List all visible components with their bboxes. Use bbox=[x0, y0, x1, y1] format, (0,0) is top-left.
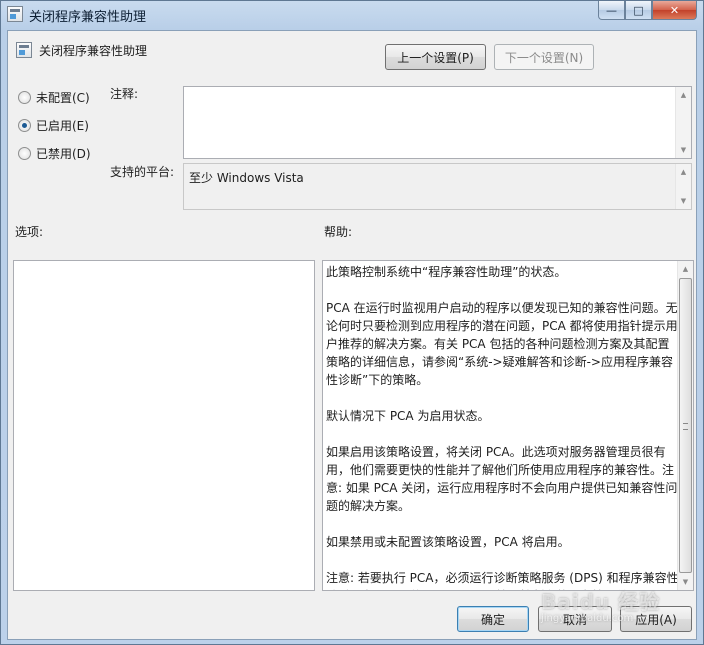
comment-label: 注释: bbox=[110, 87, 139, 101]
radio-label: 已启用(E) bbox=[36, 118, 89, 133]
maximize-button[interactable]: □ bbox=[625, 1, 652, 20]
help-paragraph: 默认情况下 PCA 为启用状态。 bbox=[326, 409, 490, 423]
policy-title: 关闭程序兼容性助理 bbox=[39, 44, 148, 58]
scroll-up-arrow-icon[interactable]: ▲ bbox=[676, 164, 691, 180]
radio-circle-selected bbox=[18, 118, 31, 132]
comment-scrollbar[interactable]: ▲ ▼ bbox=[675, 87, 691, 158]
radio-circle bbox=[18, 90, 31, 104]
window-title: 关闭程序兼容性助理 bbox=[29, 10, 147, 25]
help-paragraph: 如果启用该策略设置，将关闭 PCA。此选项对服务器管理员很有用，他们需要更快的性… bbox=[326, 445, 678, 513]
previous-setting-button[interactable]: 上一个设置(P) bbox=[385, 44, 486, 70]
next-setting-button[interactable]: 下一个设置(N) bbox=[494, 44, 594, 70]
minimize-icon: — bbox=[606, 3, 617, 17]
dialog-window: 关闭程序兼容性助理 — □ ✕ 关闭程序兼容性助理 上一个设置(P) 下一个设置… bbox=[0, 0, 704, 645]
scroll-thumb[interactable] bbox=[679, 278, 692, 573]
policy-icon bbox=[16, 42, 32, 58]
help-label: 帮助: bbox=[324, 225, 353, 239]
help-paragraph: 此策略控制系统中“程序兼容性助理”的状态。 bbox=[326, 265, 567, 279]
options-label: 选项: bbox=[15, 225, 44, 239]
close-button[interactable]: ✕ bbox=[652, 1, 697, 20]
close-icon: ✕ bbox=[669, 3, 680, 17]
radio-circle bbox=[18, 146, 31, 160]
baidu-watermark-url: jingyan.baidu.com bbox=[541, 613, 634, 624]
minimize-button[interactable]: — bbox=[598, 1, 625, 20]
radio-label: 未配置(C) bbox=[36, 90, 90, 105]
dialog-client-area: 关闭程序兼容性助理 上一个设置(P) 下一个设置(N) 未配置(C) 已启用(E… bbox=[7, 30, 697, 640]
caption-buttons: — □ ✕ bbox=[598, 1, 697, 21]
platform-value: 至少 Windows Vista bbox=[189, 171, 304, 185]
radio-label: 已禁用(D) bbox=[36, 146, 91, 161]
options-panel bbox=[13, 260, 315, 591]
baidu-watermark: Baidu 经验 bbox=[541, 590, 661, 614]
scroll-down-arrow-icon[interactable]: ▼ bbox=[678, 574, 693, 590]
help-text: 此策略控制系统中“程序兼容性助理”的状态。 PCA 在运行时监视用户启动的程序以… bbox=[326, 263, 680, 590]
platform-label: 支持的平台: bbox=[110, 165, 175, 179]
scroll-up-arrow-icon[interactable]: ▲ bbox=[678, 261, 693, 277]
ok-button[interactable]: 确定 bbox=[457, 606, 529, 632]
scroll-up-arrow-icon[interactable]: ▲ bbox=[676, 87, 691, 103]
help-paragraph: PCA 在运行时监视用户启动的程序以便发现已知的兼容性问题。无论何时只要检测到应… bbox=[326, 301, 678, 387]
platform-field: 至少 Windows Vista ▲ ▼ bbox=[183, 163, 692, 210]
help-panel[interactable]: 此策略控制系统中“程序兼容性助理”的状态。 PCA 在运行时监视用户启动的程序以… bbox=[322, 260, 694, 591]
scroll-down-arrow-icon[interactable]: ▼ bbox=[676, 193, 691, 209]
policy-icon bbox=[7, 6, 23, 22]
radio-enabled[interactable]: 已启用(E) bbox=[18, 117, 89, 133]
help-paragraph: 如果禁用或未配置该策略设置，PCA 将启用。 bbox=[326, 535, 570, 549]
radio-disabled[interactable]: 已禁用(D) bbox=[18, 145, 91, 161]
radio-not-configured[interactable]: 未配置(C) bbox=[18, 89, 90, 105]
comment-textarea[interactable]: ▲ ▼ bbox=[183, 86, 692, 159]
platform-scrollbar[interactable]: ▲ ▼ bbox=[675, 164, 691, 209]
help-scrollbar[interactable]: ▲ ▼ bbox=[677, 261, 693, 590]
title-bar[interactable]: 关闭程序兼容性助理 — □ ✕ bbox=[1, 1, 703, 28]
scroll-down-arrow-icon[interactable]: ▼ bbox=[676, 142, 691, 158]
maximize-icon: □ bbox=[633, 3, 644, 17]
